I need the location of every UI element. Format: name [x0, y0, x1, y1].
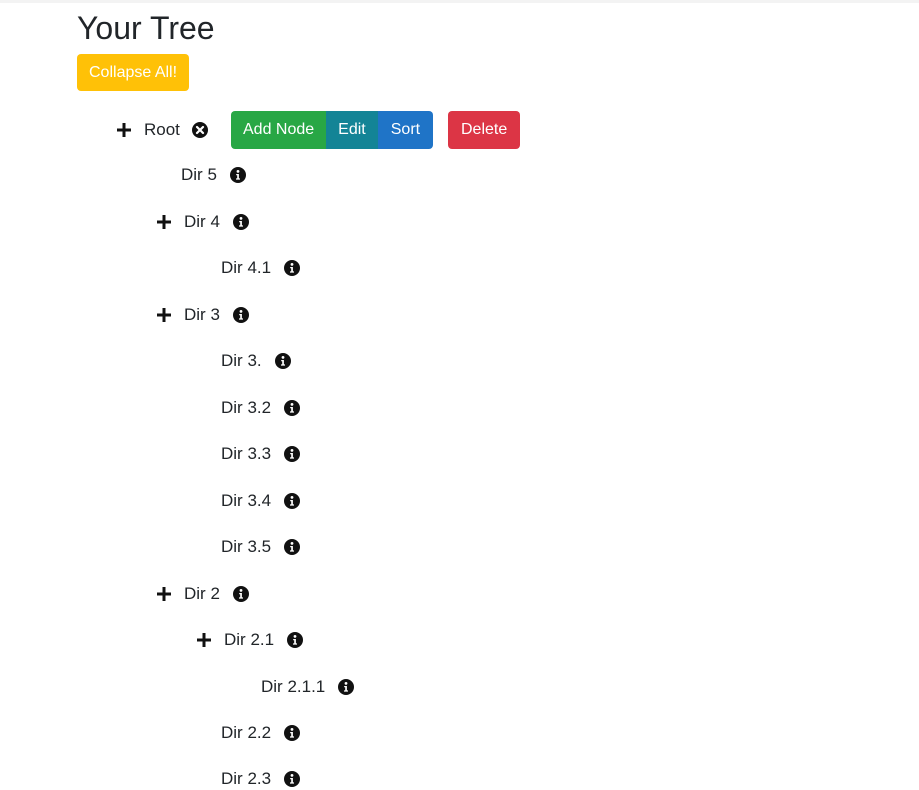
- tree-node-label[interactable]: Dir 2.1: [224, 630, 274, 650]
- tree-node: Dir 3.4: [221, 489, 301, 513]
- tree-node-root: Root: [117, 111, 208, 149]
- page-title: Your Tree: [77, 10, 215, 46]
- info-circle-icon[interactable]: [284, 400, 301, 416]
- tree-node: Dir 3.5: [221, 535, 301, 559]
- tree-node: Dir 2: [157, 582, 249, 606]
- plus-icon[interactable]: [157, 587, 171, 601]
- plus-icon[interactable]: [117, 123, 131, 137]
- tree-node-label[interactable]: Dir 4.1: [221, 258, 271, 278]
- tree-node-label[interactable]: Dir 3.2: [221, 398, 271, 418]
- tree-node-label[interactable]: Dir 5: [181, 165, 217, 185]
- tree-node-label[interactable]: Root: [144, 120, 180, 140]
- delete-button[interactable]: Delete: [448, 111, 521, 149]
- info-circle-icon[interactable]: [284, 493, 301, 509]
- tree-node: Dir 3.2: [221, 396, 301, 420]
- plus-icon[interactable]: [157, 215, 171, 229]
- tree-node: Dir 5: [181, 163, 246, 187]
- tree-page: Your Tree Collapse All! Root Add Node Ed…: [0, 0, 919, 790]
- tree-node-label[interactable]: Dir 2.1.1: [261, 677, 325, 697]
- tree-node: Dir 3.: [221, 349, 291, 373]
- tree-node-label[interactable]: Dir 2.3: [221, 769, 271, 789]
- info-circle-icon[interactable]: [284, 771, 301, 787]
- tree-node: Dir 4.1: [221, 256, 301, 280]
- info-circle-icon[interactable]: [284, 539, 301, 555]
- info-circle-icon[interactable]: [338, 679, 355, 695]
- tree-node: Dir 2.2: [221, 721, 301, 745]
- tree-node: Dir 2.3: [221, 767, 301, 790]
- info-circle-icon[interactable]: [229, 167, 246, 183]
- tree-node: Dir 4: [157, 210, 249, 234]
- info-circle-icon[interactable]: [232, 214, 249, 230]
- tree-node-label[interactable]: Dir 3.3: [221, 444, 271, 464]
- info-circle-icon[interactable]: [284, 725, 301, 741]
- collapse-all-button[interactable]: Collapse All!: [77, 54, 190, 91]
- info-circle-icon[interactable]: [284, 260, 301, 276]
- plus-icon[interactable]: [157, 308, 171, 322]
- tree-node: Dir 2.1.1: [261, 675, 355, 699]
- tree-node-label[interactable]: Dir 2: [184, 584, 220, 604]
- tree-node: Dir 3: [157, 303, 249, 327]
- plus-icon[interactable]: [197, 633, 211, 647]
- add-node-button[interactable]: Add Node: [231, 111, 327, 149]
- top-divider: [0, 0, 919, 3]
- info-circle-icon[interactable]: [232, 307, 249, 323]
- tree-node: Dir 3.3: [221, 442, 301, 466]
- edit-button[interactable]: Edit: [326, 111, 378, 149]
- tree-node-label[interactable]: Dir 3: [184, 305, 220, 325]
- info-circle-icon[interactable]: [232, 586, 249, 602]
- tree-node-label[interactable]: Dir 4: [184, 212, 220, 232]
- tree-node: Dir 2.1: [197, 628, 304, 652]
- info-circle-icon[interactable]: [287, 632, 304, 648]
- tree-node-label[interactable]: Dir 3.: [221, 351, 262, 371]
- info-circle-icon[interactable]: [274, 353, 291, 369]
- tree-node-label[interactable]: Dir 3.5: [221, 537, 271, 557]
- tree-node-label[interactable]: Dir 3.4: [221, 491, 271, 511]
- times-circle-icon[interactable]: [191, 122, 208, 138]
- tree-node-label[interactable]: Dir 2.2: [221, 723, 271, 743]
- root-action-group: Add Node Edit Sort: [231, 111, 434, 149]
- info-circle-icon[interactable]: [284, 446, 301, 462]
- sort-button[interactable]: Sort: [377, 111, 434, 149]
